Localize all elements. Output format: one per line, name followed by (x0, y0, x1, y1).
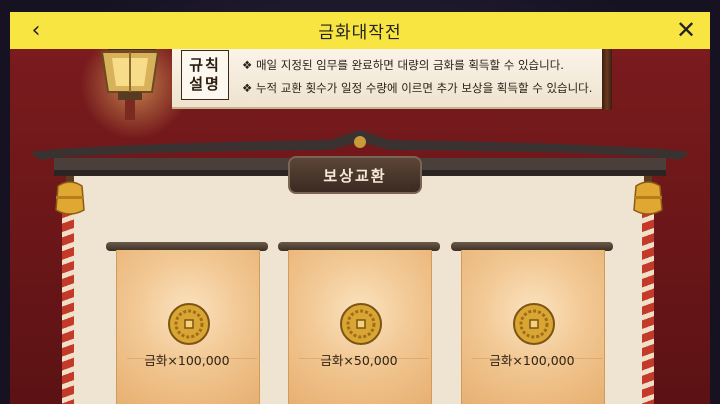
reward-card[interactable]: 금화×100,000 (106, 232, 268, 404)
gold-coin-icon (168, 303, 210, 345)
right-pillar (642, 196, 654, 404)
rules-badge-line1: 규칙 (189, 56, 221, 74)
left-bell-icon (55, 176, 85, 215)
left-pillar (62, 196, 74, 404)
section-title: 보상교환 (323, 166, 387, 185)
banner-cloth (288, 250, 432, 404)
rules-badge: 규칙 설명 (181, 50, 229, 100)
rules-badge-line2: 설명 (189, 75, 221, 93)
reward-card[interactable]: 금화×100,000 (451, 232, 613, 404)
rule-line-1: ❖ 매일 지정된 임무를 완료하면 대량의 금화를 획득할 수 있습니다. (242, 58, 564, 72)
page-title: 금화대작전 (318, 23, 402, 43)
lantern-icon (100, 40, 160, 120)
rule-line-2: ❖ 누적 교환 횟수가 일정 수량에 이르면 추가 보상을 획득할 수 있습니다… (242, 81, 593, 95)
reward-card[interactable]: 금화×50,000 (278, 232, 440, 404)
reward-label: 금화×100,000 (144, 353, 230, 368)
gold-coin-icon (340, 303, 382, 345)
gold-coin-icon (513, 303, 555, 345)
header-bar: ‹ 금화대작전 ✕ (10, 12, 710, 49)
rules-panel: 규칙 설명 ❖ 매일 지정된 임무를 완료하면 대량의 금화를 획득할 수 있습… (172, 44, 612, 110)
section-plaque: 보상교환 (288, 156, 422, 194)
chevron-left-icon[interactable]: ‹ (22, 16, 50, 44)
game-screen: 규칙 설명 ❖ 매일 지정된 임무를 완료하면 대량의 금화를 획득할 수 있습… (0, 0, 720, 404)
banner-cloth (116, 250, 260, 404)
banner-cloth (461, 250, 605, 404)
reward-label: 금화×100,000 (489, 353, 575, 368)
right-bell-icon (633, 176, 663, 215)
scroll-rod (602, 44, 612, 110)
reward-label: 금화×50,000 (320, 353, 398, 368)
close-icon[interactable]: ✕ (672, 16, 700, 44)
